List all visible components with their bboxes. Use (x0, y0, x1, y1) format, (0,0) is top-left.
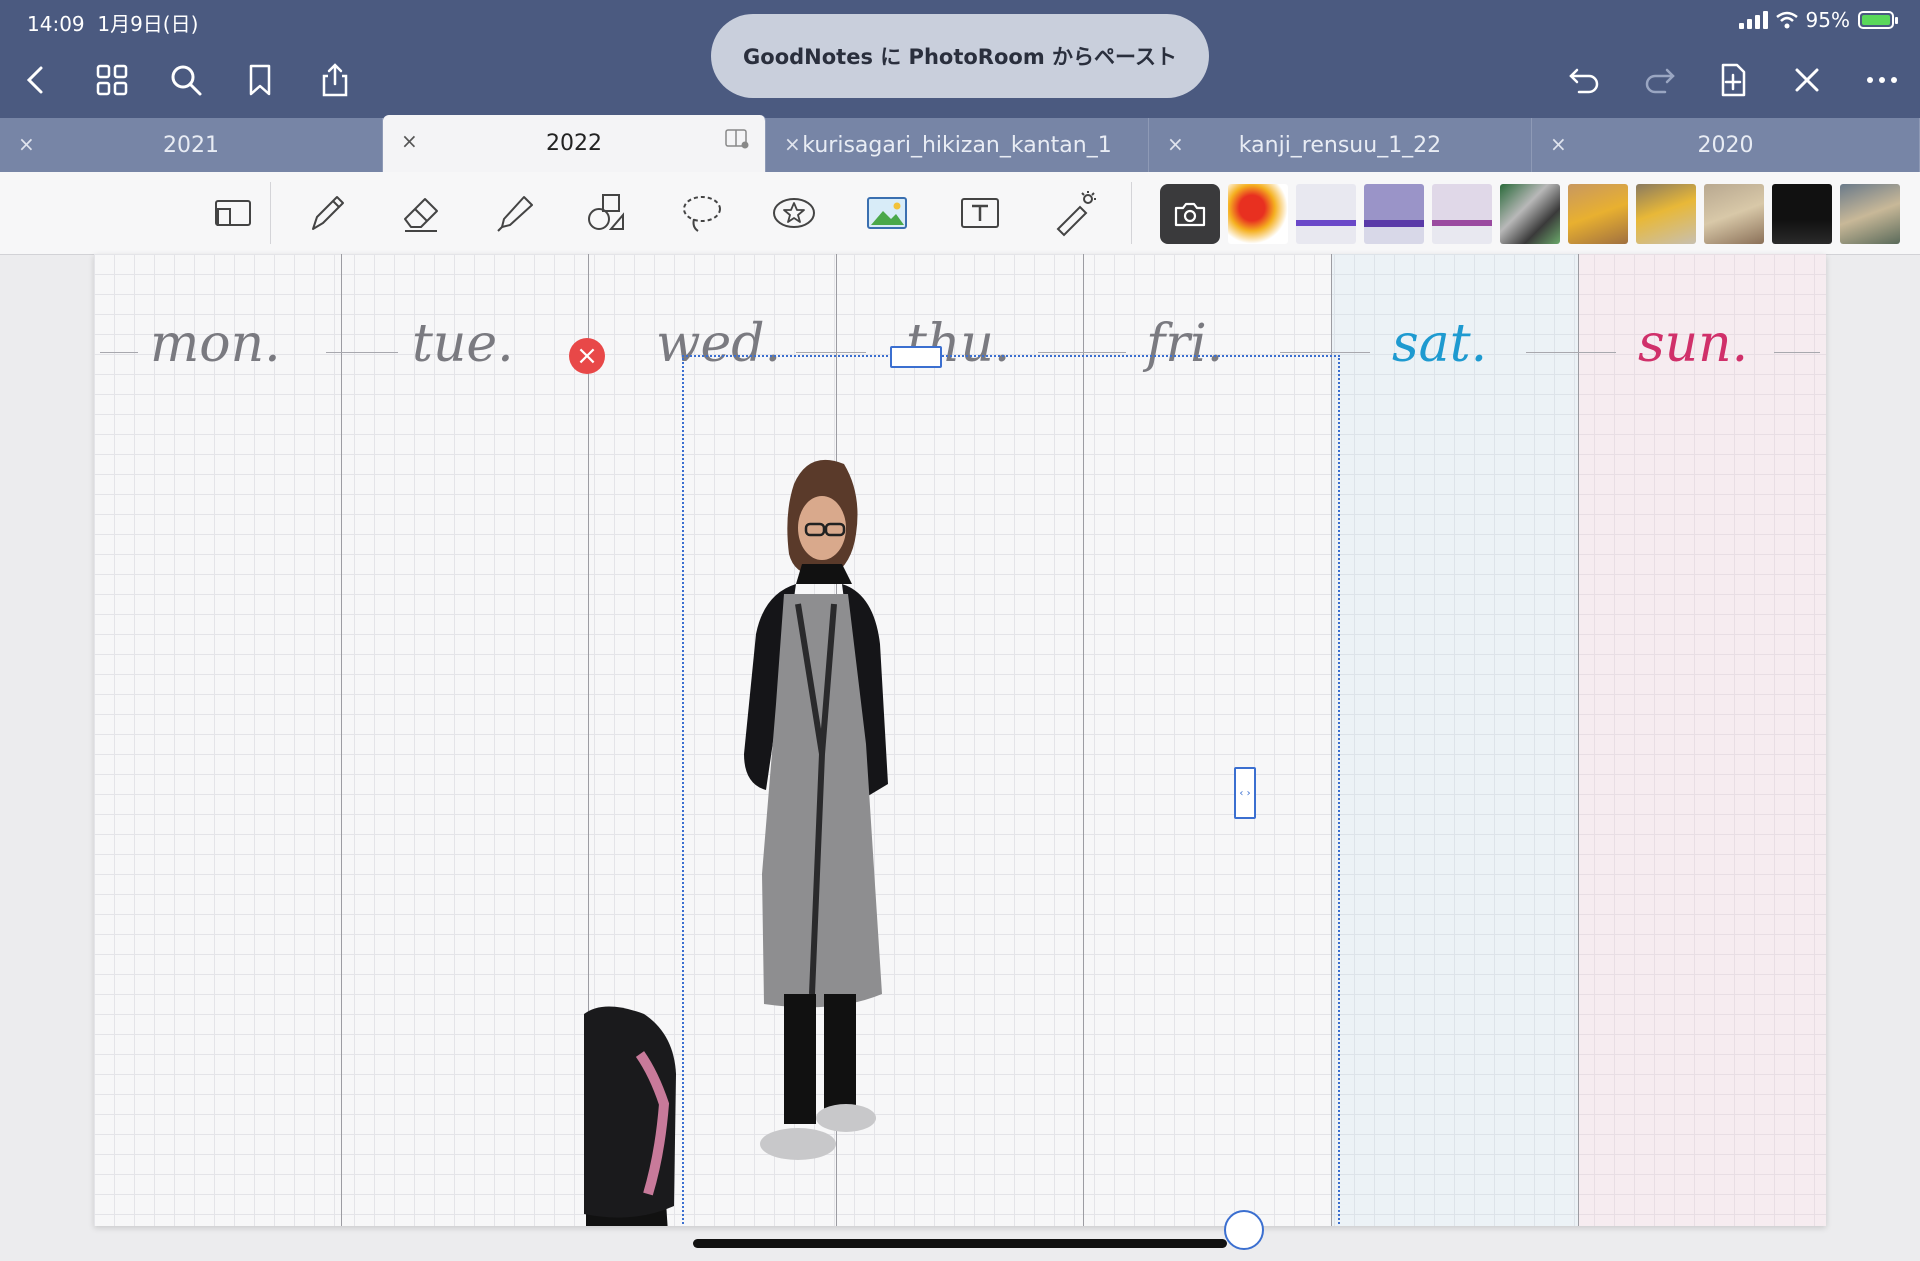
tab-label: kurisagari_hikizan_kantan_1 (802, 132, 1112, 158)
bookmark-icon[interactable] (238, 58, 282, 102)
header-rule (1280, 352, 1370, 353)
tab-close-icon[interactable]: × (1550, 132, 1567, 156)
photo-thumbnail[interactable] (1636, 184, 1696, 244)
elements-icon[interactable] (767, 186, 821, 240)
signal-icon (1738, 11, 1768, 29)
photo-thumbnail[interactable] (1432, 184, 1492, 244)
battery-icon (1858, 11, 1898, 29)
add-page-icon[interactable] (1711, 58, 1755, 102)
status-time: 14:09 1月9日(日) (27, 8, 198, 37)
tab-2020[interactable]: × 2020 (1532, 118, 1920, 172)
date: 1月9日(日) (97, 12, 199, 36)
photo-thumbnail[interactable] (1840, 184, 1900, 244)
resize-handle-side[interactable]: ‹ › (1234, 767, 1256, 819)
tab-close-icon[interactable]: × (1167, 132, 1184, 156)
undo-icon[interactable] (1563, 58, 1607, 102)
more-icon[interactable] (1860, 58, 1904, 102)
battery-percent: 95% (1805, 8, 1850, 32)
paste-toast: GoodNotes に PhotoRoom からペースト (711, 14, 1209, 98)
tab-2022[interactable]: × 2022 (383, 115, 766, 172)
delete-selection-icon[interactable]: × (569, 338, 605, 374)
image-icon[interactable] (860, 186, 914, 240)
tab-label: 2020 (1697, 132, 1754, 158)
photo-thumbnail[interactable] (1228, 184, 1288, 244)
photo-thumbnail[interactable] (1364, 184, 1424, 244)
tool-bar (0, 172, 1920, 255)
zoom-window-icon[interactable] (205, 186, 259, 240)
lasso-icon[interactable] (675, 186, 729, 240)
tab-label: kanji_rensuu_1_22 (1238, 132, 1442, 158)
day-label-tue: tue. (412, 314, 514, 374)
search-icon[interactable] (164, 58, 208, 102)
planner-page[interactable]: mon. tue. wed. thu. fri. sat. sun. (94, 254, 1826, 1226)
top-bar: 14:09 1月9日(日) 95% GoodNotes に PhotoRoom … (0, 0, 1920, 118)
header-rule (1526, 352, 1616, 353)
photo-thumbnail[interactable] (1772, 184, 1832, 244)
document-tabs: × 2021 × 2022 × kurisagari_hikizan_kanta… (0, 115, 1920, 172)
saturday-column (1332, 254, 1579, 1226)
camera-button[interactable] (1160, 184, 1220, 244)
photo-thumbnail[interactable] (1500, 184, 1560, 244)
status-indicators: 95% (1738, 8, 1898, 32)
clock: 14:09 (27, 12, 85, 36)
sunday-column (1579, 254, 1826, 1226)
tab-close-icon[interactable]: × (18, 132, 35, 156)
highlighter-icon[interactable] (487, 186, 541, 240)
tab-close-icon[interactable]: × (401, 129, 418, 153)
resize-handle-top[interactable] (890, 346, 942, 368)
column-divider (341, 254, 342, 1226)
pen-icon[interactable] (300, 186, 354, 240)
home-indicator (693, 1239, 1227, 1248)
tab-kanji[interactable]: × kanji_rensuu_1_22 (1149, 118, 1532, 172)
tab-2021[interactable]: × 2021 (0, 118, 383, 172)
header-rule (796, 352, 866, 353)
header-rule (1774, 352, 1820, 353)
share-icon[interactable] (313, 58, 357, 102)
tab-kurisagari[interactable]: × kurisagari_hikizan_kantan_1 (766, 118, 1149, 172)
camera-icon (1174, 202, 1206, 227)
day-label-mon: mon. (150, 314, 281, 374)
column-divider (1578, 254, 1579, 1226)
photo-thumbnail[interactable] (1568, 184, 1628, 244)
split-view-icon[interactable] (725, 129, 749, 149)
tab-close-icon[interactable]: × (784, 132, 801, 156)
redo-icon[interactable] (1637, 58, 1681, 102)
wifi-icon (1775, 11, 1798, 29)
grid-icon[interactable] (90, 58, 134, 102)
shapes-icon[interactable] (580, 186, 634, 240)
header-rule (100, 352, 138, 353)
day-label-sat: sat. (1392, 314, 1488, 374)
rotate-handle-icon[interactable] (1224, 1210, 1264, 1250)
header-rule (1038, 352, 1126, 353)
text-icon[interactable] (953, 186, 1007, 240)
photo-thumbnail[interactable] (1704, 184, 1764, 244)
day-label-sun: sun. (1638, 314, 1749, 374)
tab-label: 2021 (163, 132, 219, 158)
photo-thumbnail[interactable] (1296, 184, 1356, 244)
eraser-icon[interactable] (394, 186, 448, 240)
tab-label: 2022 (546, 131, 602, 156)
close-edit-icon[interactable] (1785, 58, 1829, 102)
laser-pointer-icon[interactable] (1047, 186, 1101, 240)
back-icon[interactable] (14, 58, 58, 102)
header-rule (326, 352, 398, 353)
